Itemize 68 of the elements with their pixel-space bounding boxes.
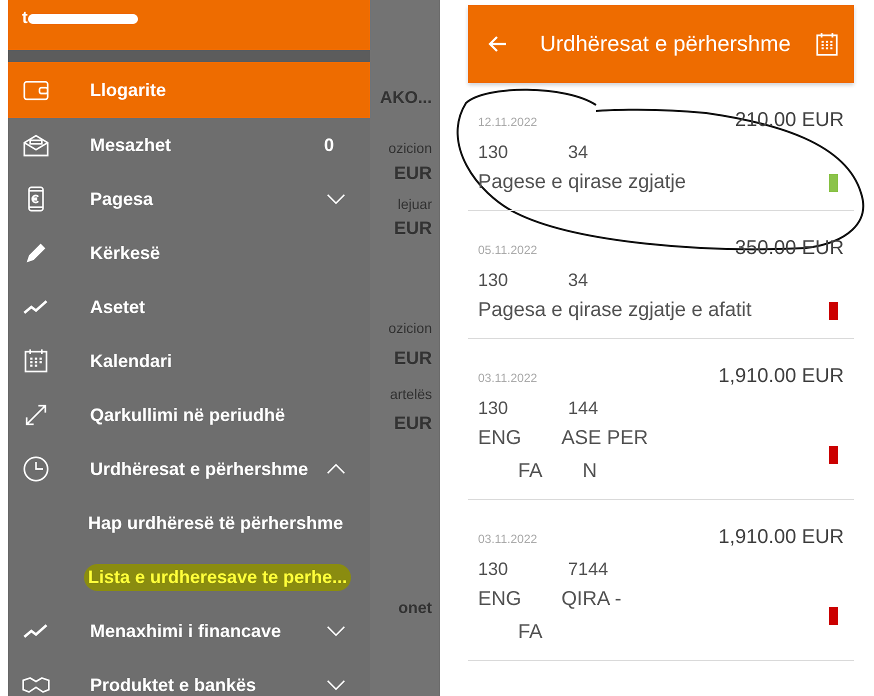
menu-item-label: Kërkesë	[90, 242, 162, 264]
description-fragment: N	[582, 460, 597, 483]
menu-item-label: Kalendari	[90, 350, 174, 372]
submenu-item[interactable]: Lista e urdheresave te perhe...	[84, 564, 352, 590]
dimmed-text: EUR	[394, 218, 432, 239]
order-date: 05.11.2022	[478, 243, 538, 257]
menu-item[interactable]: Pagesa	[8, 172, 370, 226]
menu-item[interactable]: Asetet	[8, 280, 370, 334]
screen-title: Urdhëresat e përhershme	[540, 31, 792, 57]
menu-item[interactable]: Mesazhet 0	[8, 118, 370, 172]
account-number-fragment: 7144	[568, 559, 608, 580]
chevron-up-icon[interactable]	[326, 463, 346, 475]
chevron-down-icon[interactable]	[326, 679, 346, 691]
dimmed-text: ozicion	[388, 140, 432, 156]
menu-item[interactable]: Urdhëresat e përhershme	[8, 442, 370, 496]
calendar-icon	[22, 347, 50, 375]
standing-order-item[interactable]: 12.11.2022 210.00 EUR 130 34 Pagese e qirase zgjatje	[468, 83, 854, 211]
description-fragment: QIRA -	[561, 588, 622, 611]
submenu-item[interactable]: Hap urdhëresë të përhershme	[84, 510, 348, 536]
order-date: 12.11.2022	[478, 115, 538, 129]
account-number-fragment: 144	[568, 398, 598, 419]
menu-item-label: Asetet	[90, 296, 146, 318]
menu-item[interactable]: Produktet e bankës	[8, 658, 370, 696]
account-number-fragment: 34	[568, 270, 588, 291]
menu-item-label: Llogarite	[90, 80, 168, 100]
dimmed-text: ozicion	[388, 320, 432, 336]
menu-item-label: Mesazhet	[90, 134, 172, 156]
menu-item-label: Qarkullimi në periudhë	[90, 404, 286, 426]
clock-icon	[22, 455, 50, 483]
standing-order-item[interactable]: 03.11.2022 1,910.00 EUR 130 144 ENG ASE PER FA N	[468, 339, 854, 500]
menu-item-label: Pagesa	[90, 188, 154, 210]
dimmed-text: AKO...	[380, 88, 432, 108]
order-date: 03.11.2022	[478, 371, 538, 385]
dimmed-text: lejuar	[398, 196, 432, 212]
order-amount: 1,910.00 EUR	[718, 365, 844, 388]
description-fragment: FA	[518, 621, 542, 644]
account-number-fragment: 130	[478, 142, 508, 163]
chevron-down-icon[interactable]	[326, 625, 346, 637]
dimmed-text: onet	[398, 600, 432, 618]
menu-item[interactable]: Kalendari	[8, 334, 370, 388]
order-description: Pagesa e qirase zgjatje e afatit	[478, 299, 752, 322]
order-date: 03.11.2022	[478, 532, 538, 546]
dimmed-text: EUR	[394, 413, 432, 434]
description-fragment: ENG	[478, 588, 522, 611]
menu-item[interactable]: Qarkullimi në periudhë	[8, 388, 370, 442]
menu-item-label: Urdhëresat e përhershme	[90, 458, 310, 480]
menu-item[interactable]: Menaxhimi i financave	[8, 604, 370, 658]
message-count: 0	[324, 134, 334, 156]
dimmed-text: EUR	[394, 348, 432, 369]
description-fragment: ASE PER	[561, 427, 648, 450]
menu-item-label: Menaxhimi i financave	[90, 620, 282, 642]
standing-order-item[interactable]: 03.11.2022 1,910.00 EUR 130 7144 ENG QIRA - FA	[468, 500, 854, 661]
order-amount: 210.00 EUR	[735, 109, 844, 132]
order-description: Pagese e qirase zgjatje	[478, 171, 686, 194]
menu-item[interactable]: Kërkesë	[8, 226, 370, 280]
account-number-fragment: 130	[478, 270, 508, 291]
chevron-down-icon[interactable]	[326, 193, 346, 205]
account-number-fragment: 130	[478, 559, 508, 580]
order-amount: 1,910.00 EUR	[718, 526, 844, 549]
description-fragment: FA	[518, 460, 542, 483]
description-fragment: ENG	[478, 427, 522, 450]
menu-item[interactable]: Llogarite	[8, 62, 370, 118]
account-number-fragment: 130	[478, 398, 508, 419]
menu-item-label: Produktet e bankës	[90, 674, 258, 696]
account-number-fragment: 34	[568, 142, 588, 163]
dimmed-text: artelës	[390, 386, 432, 402]
dimmed-text: EUR	[394, 163, 432, 184]
username: t	[22, 8, 28, 28]
